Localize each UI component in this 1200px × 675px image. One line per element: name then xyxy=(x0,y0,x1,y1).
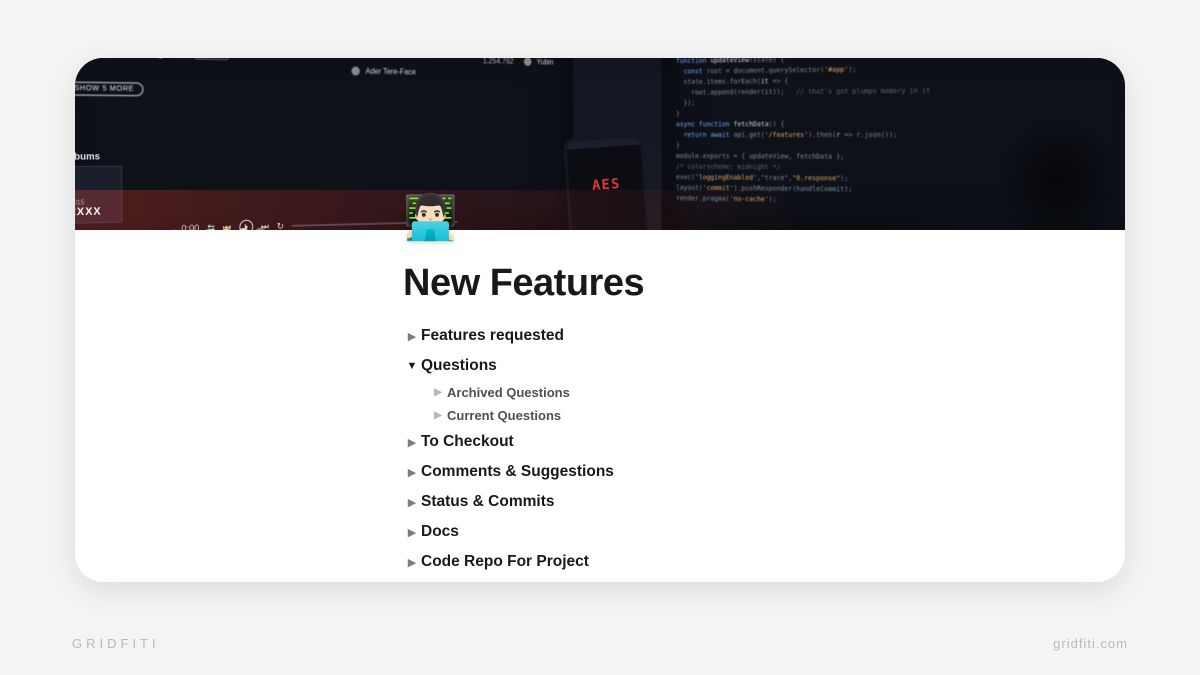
toggle-archived-questions[interactable]: ▶ Archived Questions xyxy=(429,381,1125,404)
triangle-right-icon[interactable]: ▶ xyxy=(403,436,421,449)
page-title[interactable]: New Features xyxy=(403,262,1125,305)
toggle-label: Features requested xyxy=(421,327,564,345)
phone-logo: AES xyxy=(586,176,627,195)
triangle-right-icon[interactable]: ▶ xyxy=(403,466,421,479)
page-content: 👨🏻‍💻 New Features ▶ Features requested ▼… xyxy=(75,230,1125,577)
toggle-label: Comments & Suggestions xyxy=(421,463,614,481)
toggle-label: Current Questions xyxy=(447,408,561,423)
toggle-current-questions[interactable]: ▶ Current Questions xyxy=(429,404,1125,427)
prev-icon: ⏮ xyxy=(223,222,231,230)
page-cover: 4 ♡ Vitoria EXPLICIT 2,401,000 Missa Kor… xyxy=(75,58,1125,230)
triangle-right-icon[interactable]: ▶ xyxy=(429,387,447,398)
album-year: 2015 xyxy=(75,199,117,206)
toggle-code-repo[interactable]: ▶ Code Repo For Project xyxy=(403,547,1125,577)
cover-monitor-left: 4 ♡ Vitoria EXPLICIT 2,401,000 Missa Kor… xyxy=(75,58,573,230)
avatar xyxy=(524,58,532,66)
triangle-right-icon[interactable]: ▶ xyxy=(403,526,421,539)
toggle-label: Archived Questions xyxy=(447,385,570,400)
triangle-down-icon[interactable]: ▼ xyxy=(403,360,421,372)
repeat-icon: ↻ xyxy=(277,220,284,230)
triangle-right-icon[interactable]: ▶ xyxy=(403,496,421,509)
album-tile: 2015 2XXX xyxy=(75,166,122,224)
triangle-right-icon[interactable]: ▶ xyxy=(403,330,421,343)
shuffle-icon: ⇆ xyxy=(207,222,215,230)
player-start-time: 0:00 xyxy=(181,223,199,230)
toggle-label: Questions xyxy=(421,357,497,375)
albums-section: Albums 2015 2XXX xyxy=(75,151,122,224)
triangle-right-icon[interactable]: ▶ xyxy=(403,556,421,569)
page-emoji[interactable]: 👨🏻‍💻 xyxy=(403,196,458,240)
brand-wordmark: GRIDFITI xyxy=(72,636,160,651)
toggle-label: Code Repo For Project xyxy=(421,553,589,571)
album-name: 2XXX xyxy=(75,206,117,219)
play-icon: ⏵ xyxy=(239,220,253,230)
cover-phone: AES xyxy=(563,133,651,230)
toggle-list: ▶ Features requested ▼ Questions ▶ Archi… xyxy=(403,321,1125,577)
toggle-questions-children: ▶ Archived Questions ▶ Current Questions xyxy=(403,381,1125,427)
show-more-button: SHOW 5 MORE xyxy=(75,82,143,97)
avatar xyxy=(351,66,359,75)
toggle-features-requested[interactable]: ▶ Features requested xyxy=(403,321,1125,351)
toggle-comments-suggestions[interactable]: ▶ Comments & Suggestions xyxy=(403,457,1125,487)
track-title: Mumiè Giz Tongbowa xyxy=(96,58,185,59)
extra-artist: Ader Tere-Face xyxy=(365,67,415,77)
next-icon: ⏭ xyxy=(261,221,269,230)
toggle-label: Status & Commits xyxy=(421,493,555,511)
triangle-right-icon[interactable]: ▶ xyxy=(429,410,447,421)
music-ui: 4 ♡ Vitoria EXPLICIT 2,401,000 Missa Kor… xyxy=(75,58,553,100)
player-bar: 0:00 ⇆ ⏮ ⏵ ⏭ ↻ xyxy=(75,209,570,230)
toggle-docs[interactable]: ▶ Docs xyxy=(403,517,1125,547)
track-plays: 1,254,762 xyxy=(483,58,514,66)
track-artist: Yubin xyxy=(537,58,554,66)
toggle-label: Docs xyxy=(421,523,459,541)
cover-figure xyxy=(999,120,1119,230)
explicit-badge: EXPLICIT xyxy=(195,58,228,60)
toggle-status-commits[interactable]: ▶ Status & Commits xyxy=(403,487,1125,517)
brand-url: gridfiti.com xyxy=(1053,636,1128,651)
phone-status-bar xyxy=(566,137,640,150)
notion-card: 4 ♡ Vitoria EXPLICIT 2,401,000 Missa Kor… xyxy=(75,58,1125,582)
toggle-questions[interactable]: ▼ Questions xyxy=(403,351,1125,381)
toggle-to-checkout[interactable]: ▶ To Checkout xyxy=(403,427,1125,457)
toggle-label: To Checkout xyxy=(421,433,514,451)
albums-label: Albums xyxy=(75,151,122,162)
